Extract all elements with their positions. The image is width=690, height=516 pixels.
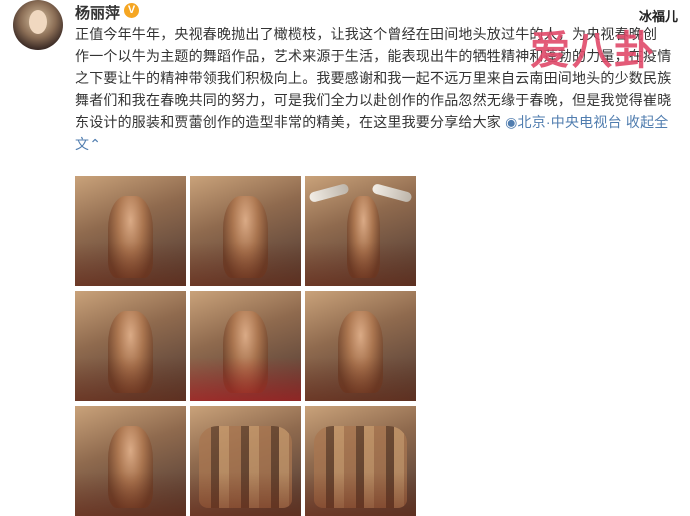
horn-right <box>371 182 413 204</box>
photo-dancer-6[interactable] <box>305 291 416 401</box>
photo-dancer-group[interactable] <box>305 406 416 516</box>
avatar-face <box>29 10 47 34</box>
verified-badge-icon: V <box>124 3 139 18</box>
watermark-author: 冰福儿 <box>636 6 680 25</box>
location-pin-icon: ◉ <box>505 114 518 130</box>
watermark-brand: 爱八卦 <box>530 27 656 74</box>
collapse-label-tail: 文 <box>75 136 90 152</box>
post-line: 东设计的服装和贾蕾创作的造型非常的精美，在这里我要分享给大家 <box>75 114 506 130</box>
post-line: 舞者们和我在春晚共同的努力，可是我们全力以赴创作的作品忽然无缘于春晚，但是我觉得… <box>75 92 672 108</box>
photo-dancer-8[interactable] <box>190 406 301 516</box>
horn-left <box>308 182 350 204</box>
photo-dancer-horns[interactable] <box>305 176 416 286</box>
location-label: 北京·中央电视台 <box>517 114 622 130</box>
watermark: 爱八卦 冰福儿 <box>530 6 680 74</box>
photo-dancer-4[interactable] <box>75 291 186 401</box>
photo-dancer-7[interactable] <box>75 406 186 516</box>
username[interactable]: 杨丽萍 <box>75 2 120 23</box>
collapse-label: 收起全 <box>625 114 669 130</box>
photo-dancer-1[interactable] <box>75 176 186 286</box>
chevron-up-icon: ⌃ <box>89 136 102 152</box>
photo-dancer-2[interactable] <box>190 176 301 286</box>
photo-dancer-red-paint[interactable] <box>190 291 301 401</box>
avatar[interactable] <box>13 0 63 50</box>
location-link[interactable]: ◉北京·中央电视台 <box>505 114 622 130</box>
